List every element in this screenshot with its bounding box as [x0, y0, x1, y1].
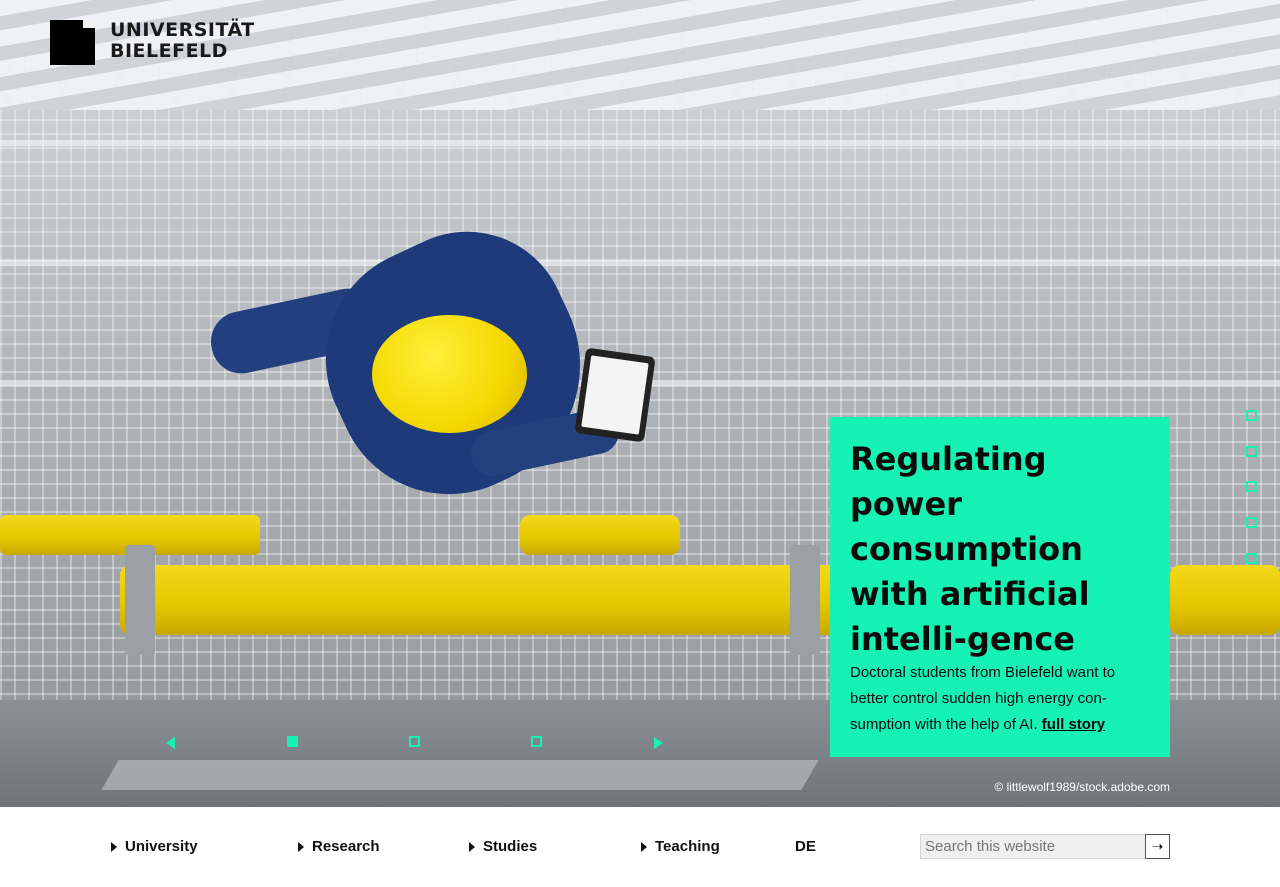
search-input[interactable] [925, 837, 1141, 856]
logo-mark-icon [50, 20, 95, 65]
arrow-right-icon: ➝ [1151, 838, 1164, 854]
nav-item-teaching[interactable]: Teaching [641, 838, 720, 855]
story-title: Regulating power consumption with artifi… [850, 440, 1090, 658]
caret-right-icon [469, 841, 475, 852]
yellow-pipe [520, 515, 680, 555]
story-teaser: Doctoral students from Bielefeld want to… [850, 660, 1150, 738]
side-pager-dot-4[interactable] [1246, 517, 1257, 528]
caret-right-icon [298, 841, 304, 852]
grate-line [0, 140, 1280, 146]
featured-story-card: Regulating power consumption with artifi… [830, 417, 1170, 757]
side-pager-dot-2[interactable] [1246, 446, 1257, 457]
side-pager-dot-1[interactable] [1246, 410, 1257, 421]
side-pager-dot-5[interactable] [1246, 553, 1257, 564]
caret-right-icon [111, 841, 117, 852]
carousel-next-icon[interactable] [654, 737, 663, 749]
search-box: ➝ [920, 834, 1170, 859]
logo-text: UNIVERSITÄT BIELEFELD [110, 20, 255, 62]
floor-stripe [101, 760, 819, 790]
main-navigation: University Research Studies Teaching DE … [0, 807, 1280, 887]
carousel-dot-3[interactable] [531, 736, 542, 747]
nav-item-research[interactable]: Research [298, 838, 380, 855]
carousel-prev-icon[interactable] [166, 737, 175, 749]
yellow-pipe-main [120, 565, 840, 635]
logo-line-2: BIELEFELD [110, 40, 228, 62]
nav-item-label: Teaching [655, 838, 720, 855]
grate-line [0, 260, 1280, 266]
nav-item-university[interactable]: University [111, 838, 198, 855]
pipe-flange [125, 545, 155, 655]
nav-item-studies[interactable]: Studies [469, 838, 537, 855]
yellow-pipe [1170, 565, 1280, 635]
side-pager-dot-3[interactable] [1246, 481, 1257, 492]
pipe-flange [790, 545, 820, 655]
caret-right-icon [641, 841, 647, 852]
full-story-link[interactable]: full story [1042, 716, 1105, 733]
tablet [574, 347, 656, 443]
carousel-dot-2[interactable] [409, 736, 420, 747]
nav-item-label: University [125, 838, 198, 855]
search-submit-button[interactable]: ➝ [1145, 834, 1170, 859]
logo-line-1: UNIVERSITÄT [110, 19, 255, 41]
university-logo[interactable]: UNIVERSITÄT BIELEFELD [50, 20, 255, 65]
image-credit: © littlewolf1989/stock.adobe.com [994, 780, 1170, 794]
helmet [372, 315, 527, 433]
nav-item-label: Research [312, 838, 380, 855]
carousel-dot-1[interactable] [287, 736, 298, 747]
language-switch[interactable]: DE [795, 838, 816, 855]
nav-item-label: Studies [483, 838, 538, 855]
